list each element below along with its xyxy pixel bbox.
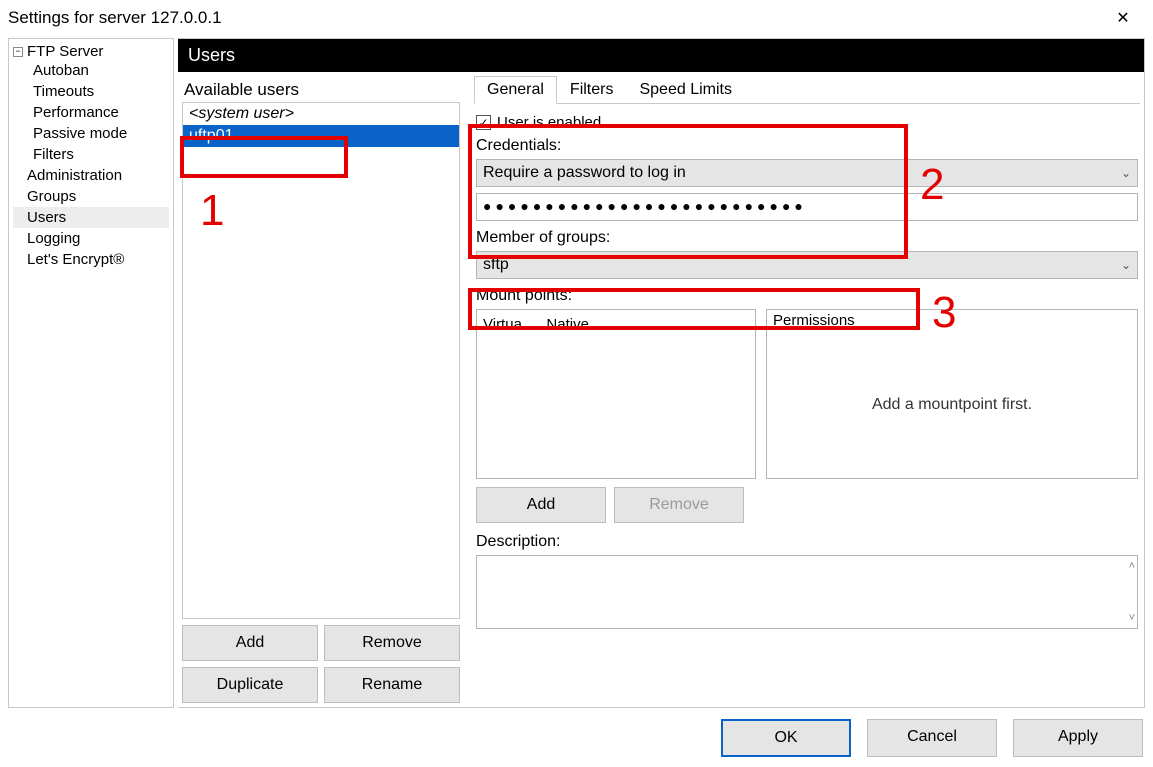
- user-item-system[interactable]: <system user>: [183, 103, 459, 125]
- content-panel: Users Available users <system user> uftp…: [178, 38, 1145, 708]
- users-add-button[interactable]: Add: [182, 625, 318, 661]
- tree-item-administration[interactable]: Administration: [13, 165, 169, 186]
- tree-item-logging[interactable]: Logging: [13, 228, 169, 249]
- password-input[interactable]: ●●●●●●●●●●●●●●●●●●●●●●●●●●: [476, 193, 1138, 221]
- dialog-buttons: OK Cancel Apply: [721, 719, 1143, 757]
- section-header: Users: [178, 39, 1144, 72]
- tree-item-timeouts[interactable]: Timeouts: [33, 81, 169, 102]
- window-title: Settings for server 127.0.0.1: [8, 8, 222, 28]
- tree-item-lets-encrypt[interactable]: Let's Encrypt®: [13, 249, 169, 270]
- tab-filters[interactable]: Filters: [557, 76, 627, 104]
- users-duplicate-button[interactable]: Duplicate: [182, 667, 318, 703]
- settings-window: Settings for server 127.0.0.1 ✕ − FTP Se…: [0, 0, 1153, 767]
- tab-speed-limits[interactable]: Speed Limits: [626, 76, 745, 104]
- close-icon[interactable]: ✕: [1105, 8, 1141, 28]
- mount-col-virtual[interactable]: Virtua...: [483, 316, 534, 333]
- permissions-message: Add a mountpoint first.: [767, 331, 1137, 478]
- tree-item-groups[interactable]: Groups: [13, 186, 169, 207]
- password-mask: ●●●●●●●●●●●●●●●●●●●●●●●●●●: [483, 198, 807, 214]
- credentials-label: Credentials:: [476, 137, 1138, 155]
- description-label: Description:: [476, 533, 1138, 551]
- user-listbox[interactable]: <system user> uftp01: [182, 102, 460, 619]
- member-groups-value: sftp: [483, 256, 509, 274]
- apply-button[interactable]: Apply: [1013, 719, 1143, 757]
- user-item-selected[interactable]: uftp01: [183, 125, 459, 147]
- scroll-down-icon[interactable]: ˅: [1129, 612, 1135, 624]
- userlist-column: Available users <system user> uftp01 Add…: [182, 76, 460, 703]
- details-column: General Filters Speed Limits ✓ User is e…: [474, 76, 1140, 703]
- tree-root-label: FTP Server: [27, 43, 103, 60]
- mount-points-table[interactable]: Virtua... Native...: [476, 309, 756, 479]
- tree-item-filters[interactable]: Filters: [33, 144, 169, 165]
- scroll-up-icon[interactable]: ˄: [1129, 560, 1135, 572]
- mount-points-label: Mount points:: [476, 287, 1138, 305]
- collapse-icon[interactable]: −: [13, 47, 23, 57]
- credentials-mode-value: Require a password to log in: [483, 164, 686, 182]
- tree-item-users[interactable]: Users: [13, 207, 169, 228]
- tab-general[interactable]: General: [474, 76, 557, 104]
- tree-root[interactable]: − FTP Server: [13, 43, 169, 60]
- nav-tree: − FTP Server Autoban Timeouts Performanc…: [8, 38, 174, 708]
- cancel-button[interactable]: Cancel: [867, 719, 997, 757]
- mount-remove-button: Remove: [614, 487, 744, 523]
- member-groups-label: Member of groups:: [476, 229, 1138, 247]
- user-enabled-label: User is enabled: [497, 114, 601, 131]
- user-enabled-checkbox[interactable]: ✓: [476, 115, 491, 130]
- tabs: General Filters Speed Limits: [474, 76, 1140, 104]
- permissions-label: Permissions: [767, 310, 1137, 331]
- available-users-label: Available users: [182, 76, 460, 102]
- tree-item-performance[interactable]: Performance: [33, 102, 169, 123]
- chevron-down-icon: ⌄: [1121, 258, 1131, 272]
- general-form: ✓ User is enabled Credentials: Require a…: [474, 114, 1140, 703]
- mount-add-button[interactable]: Add: [476, 487, 606, 523]
- user-enabled-row[interactable]: ✓ User is enabled: [476, 114, 1138, 131]
- credentials-mode-select[interactable]: Require a password to log in ⌄: [476, 159, 1138, 187]
- ok-button[interactable]: OK: [721, 719, 851, 757]
- member-groups-select[interactable]: sftp ⌄: [476, 251, 1138, 279]
- tree-item-autoban[interactable]: Autoban: [33, 60, 169, 81]
- users-rename-button[interactable]: Rename: [324, 667, 460, 703]
- titlebar: Settings for server 127.0.0.1 ✕: [0, 0, 1153, 38]
- tree-item-passive-mode[interactable]: Passive mode: [33, 123, 169, 144]
- mount-col-native[interactable]: Native...: [546, 316, 601, 333]
- description-textarea[interactable]: ˄ ˅: [476, 555, 1138, 629]
- chevron-down-icon: ⌄: [1121, 166, 1131, 180]
- permissions-panel: Permissions Add a mountpoint first.: [766, 309, 1138, 479]
- users-remove-button[interactable]: Remove: [324, 625, 460, 661]
